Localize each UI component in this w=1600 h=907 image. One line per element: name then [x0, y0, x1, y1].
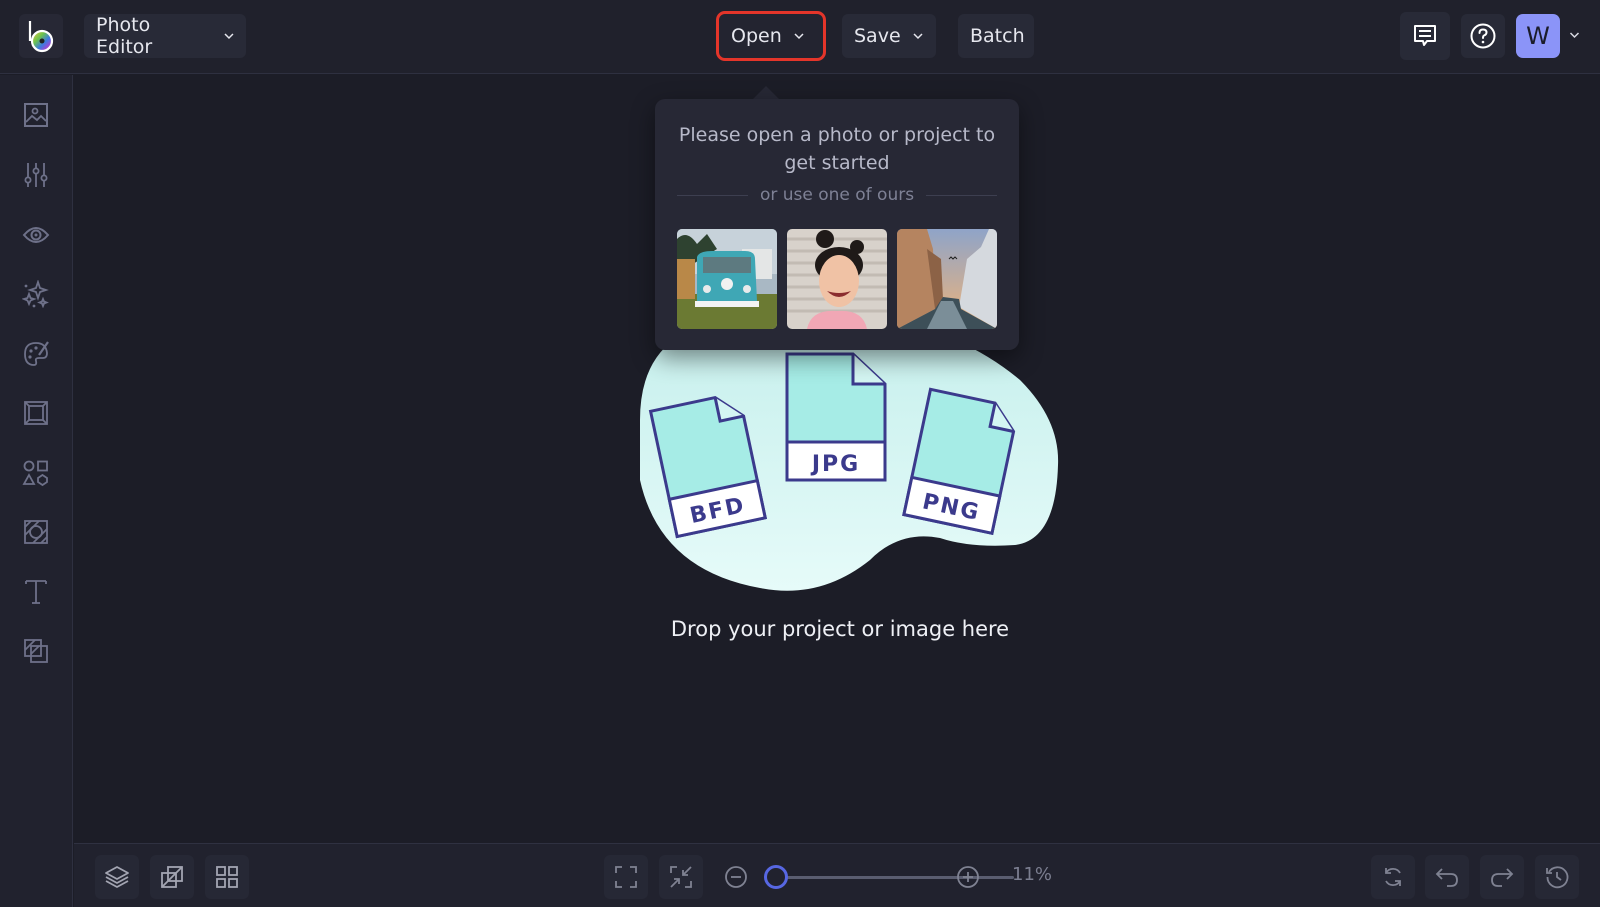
bottom-toolbar: 11% [74, 843, 1600, 907]
account-chevron-down-icon[interactable] [1569, 30, 1580, 40]
file-icon-jpg: JPG [785, 352, 887, 482]
sparkles-icon [22, 280, 49, 308]
image-icon [24, 103, 48, 127]
zoom-out-button[interactable] [714, 855, 758, 899]
text-icon [25, 580, 47, 604]
app-mode-label: Photo Editor [96, 14, 153, 58]
eye-icon [22, 227, 50, 243]
divider-line [926, 194, 998, 196]
refresh-button[interactable] [1371, 855, 1415, 899]
grid-view-button[interactable] [205, 855, 249, 899]
undo-icon [1435, 868, 1458, 887]
plus-circle-icon [957, 866, 979, 888]
open-label: Open [731, 25, 782, 47]
sidebar-item-text[interactable] [18, 574, 54, 610]
redo-icon [1491, 868, 1514, 887]
divider-line [677, 194, 748, 196]
frame-icon [24, 401, 48, 425]
minus-circle-icon [725, 866, 747, 888]
popover-arrow [752, 86, 780, 100]
compare-icon [161, 866, 183, 888]
app-mode-dropdown[interactable]: Photo Editor [84, 14, 246, 58]
avatar-letter: W [1526, 22, 1550, 50]
sidebar-item-effects[interactable] [18, 276, 54, 312]
batch-button[interactable]: Batch [958, 14, 1034, 58]
left-toolbar [0, 75, 73, 907]
top-bar: Photo Editor Open Save Batch W [0, 0, 1600, 74]
collapse-arrows-icon [670, 866, 692, 888]
palette-icon [24, 341, 49, 366]
zoom-in-button[interactable] [946, 855, 990, 899]
save-label: Save [854, 25, 901, 47]
popover-title: Please open a photo or project to get st… [678, 124, 996, 174]
portrait-photo [787, 229, 887, 329]
zoom-slider-thumb[interactable] [764, 865, 788, 889]
refresh-icon [1385, 867, 1401, 887]
actual-size-button[interactable] [659, 855, 703, 899]
popover-subtitle: or use one of ours [759, 185, 915, 205]
compare-button[interactable] [150, 855, 194, 899]
sample-image-woman-portrait[interactable] [787, 229, 887, 329]
grid-icon [216, 866, 238, 888]
app-logo-button[interactable] [19, 14, 63, 58]
zoom-percentage: 11% [1012, 864, 1053, 885]
layers-icon [105, 866, 129, 888]
chat-feedback-icon [1414, 25, 1436, 46]
chevron-down-icon [794, 33, 804, 40]
layers-blend-icon [24, 639, 48, 663]
sidebar-item-frames[interactable] [18, 395, 54, 431]
shapes-icon [22, 460, 48, 487]
open-popover: Please open a photo or project to get st… [655, 99, 1019, 350]
file-label-jpg: JPG [810, 452, 860, 477]
sidebar-item-overlays[interactable] [18, 514, 54, 550]
batch-label: Batch [970, 25, 1025, 47]
chevron-down-icon [224, 33, 234, 40]
sidebar-item-textures[interactable] [18, 633, 54, 669]
sliders-icon [24, 163, 48, 187]
history-button[interactable] [1535, 855, 1579, 899]
user-avatar[interactable]: W [1516, 14, 1560, 58]
feedback-button[interactable] [1400, 12, 1450, 60]
save-button[interactable]: Save [842, 14, 936, 58]
file-icon-png: PNG [902, 387, 1016, 536]
fit-to-screen-button[interactable] [604, 855, 648, 899]
file-icon-bfd: BFD [648, 395, 767, 539]
texture-icon [24, 520, 48, 544]
befunky-logo-icon [28, 21, 54, 53]
popover-divider: or use one of ours [677, 185, 998, 205]
question-circle-icon [1470, 23, 1496, 49]
sidebar-item-graphics[interactable] [18, 455, 54, 491]
drop-zone-text: Drop your project or image here [670, 617, 1010, 641]
sample-image-venice-canal[interactable] [897, 229, 997, 329]
history-icon [1546, 866, 1569, 889]
sidebar-item-touch-up[interactable] [18, 217, 54, 253]
vw-bus-photo [677, 229, 777, 329]
sample-image-vw-bus[interactable] [677, 229, 777, 329]
open-button[interactable]: Open [716, 11, 826, 61]
undo-button[interactable] [1425, 855, 1469, 899]
fullscreen-corners-icon [615, 866, 637, 888]
sidebar-item-edit[interactable] [18, 157, 54, 193]
sidebar-item-image-manager[interactable] [18, 97, 54, 133]
help-button[interactable] [1461, 14, 1505, 58]
redo-button[interactable] [1480, 855, 1524, 899]
layers-button[interactable] [95, 855, 139, 899]
sidebar-item-artsy[interactable] [18, 336, 54, 372]
chevron-down-icon [913, 33, 923, 40]
venice-canal-photo [897, 229, 997, 329]
